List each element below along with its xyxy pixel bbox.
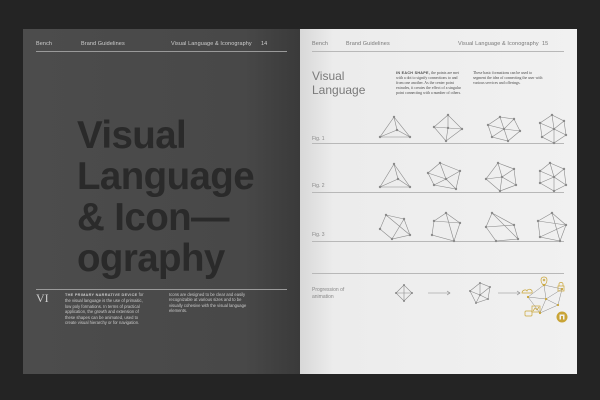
intro-lead: THE PRIMARY NARRATIVE DEVICE (65, 293, 138, 297)
figure-illustrations (378, 113, 568, 323)
title-line: & Icon— (77, 196, 230, 239)
cloud-icon (521, 288, 533, 294)
title-line: ography (77, 237, 225, 280)
header-chapter: Visual Language & Iconography (171, 41, 252, 47)
quad-figure (427, 162, 461, 190)
title-line: Language (77, 155, 255, 198)
header-rule (36, 51, 287, 52)
page-number: 14 (261, 41, 268, 47)
irregular-figure-4 (537, 212, 567, 242)
arrow-icon (428, 290, 451, 296)
right-page: Bench Brand Guidelines Visual Language &… (300, 29, 577, 374)
tag-icon (524, 310, 533, 317)
left-page: Bench Brand Guidelines Visual Language &… (23, 29, 300, 374)
book-spread: Bench Brand Guidelines Visual Language &… (23, 29, 577, 374)
irregular-figure-2 (431, 212, 461, 242)
title-line: Visual (77, 114, 187, 157)
header-brand: Bench (36, 41, 53, 47)
triangle-figure (379, 163, 411, 188)
arrow-icon-2 (498, 290, 521, 296)
badge-icon (556, 311, 568, 323)
progression-shape-mid (469, 282, 491, 304)
page-title: Visual Language & Icon— ography (77, 115, 287, 279)
intro-paragraph: THE PRIMARY NARRATIVE DEVICE for the vis… (65, 292, 149, 325)
progression-shape-start (395, 284, 413, 302)
irregular-figure-3 (485, 212, 519, 242)
irregular-figure-1 (379, 214, 411, 240)
header-section: Brand Guidelines (81, 41, 125, 47)
intro-paragraph-2: Icons are designed to be clear and easil… (169, 292, 247, 314)
node-dots (378, 113, 568, 304)
chapter-numeral: VI (36, 291, 49, 305)
section-rule (36, 289, 287, 290)
tetrahedron-figure (379, 116, 411, 138)
